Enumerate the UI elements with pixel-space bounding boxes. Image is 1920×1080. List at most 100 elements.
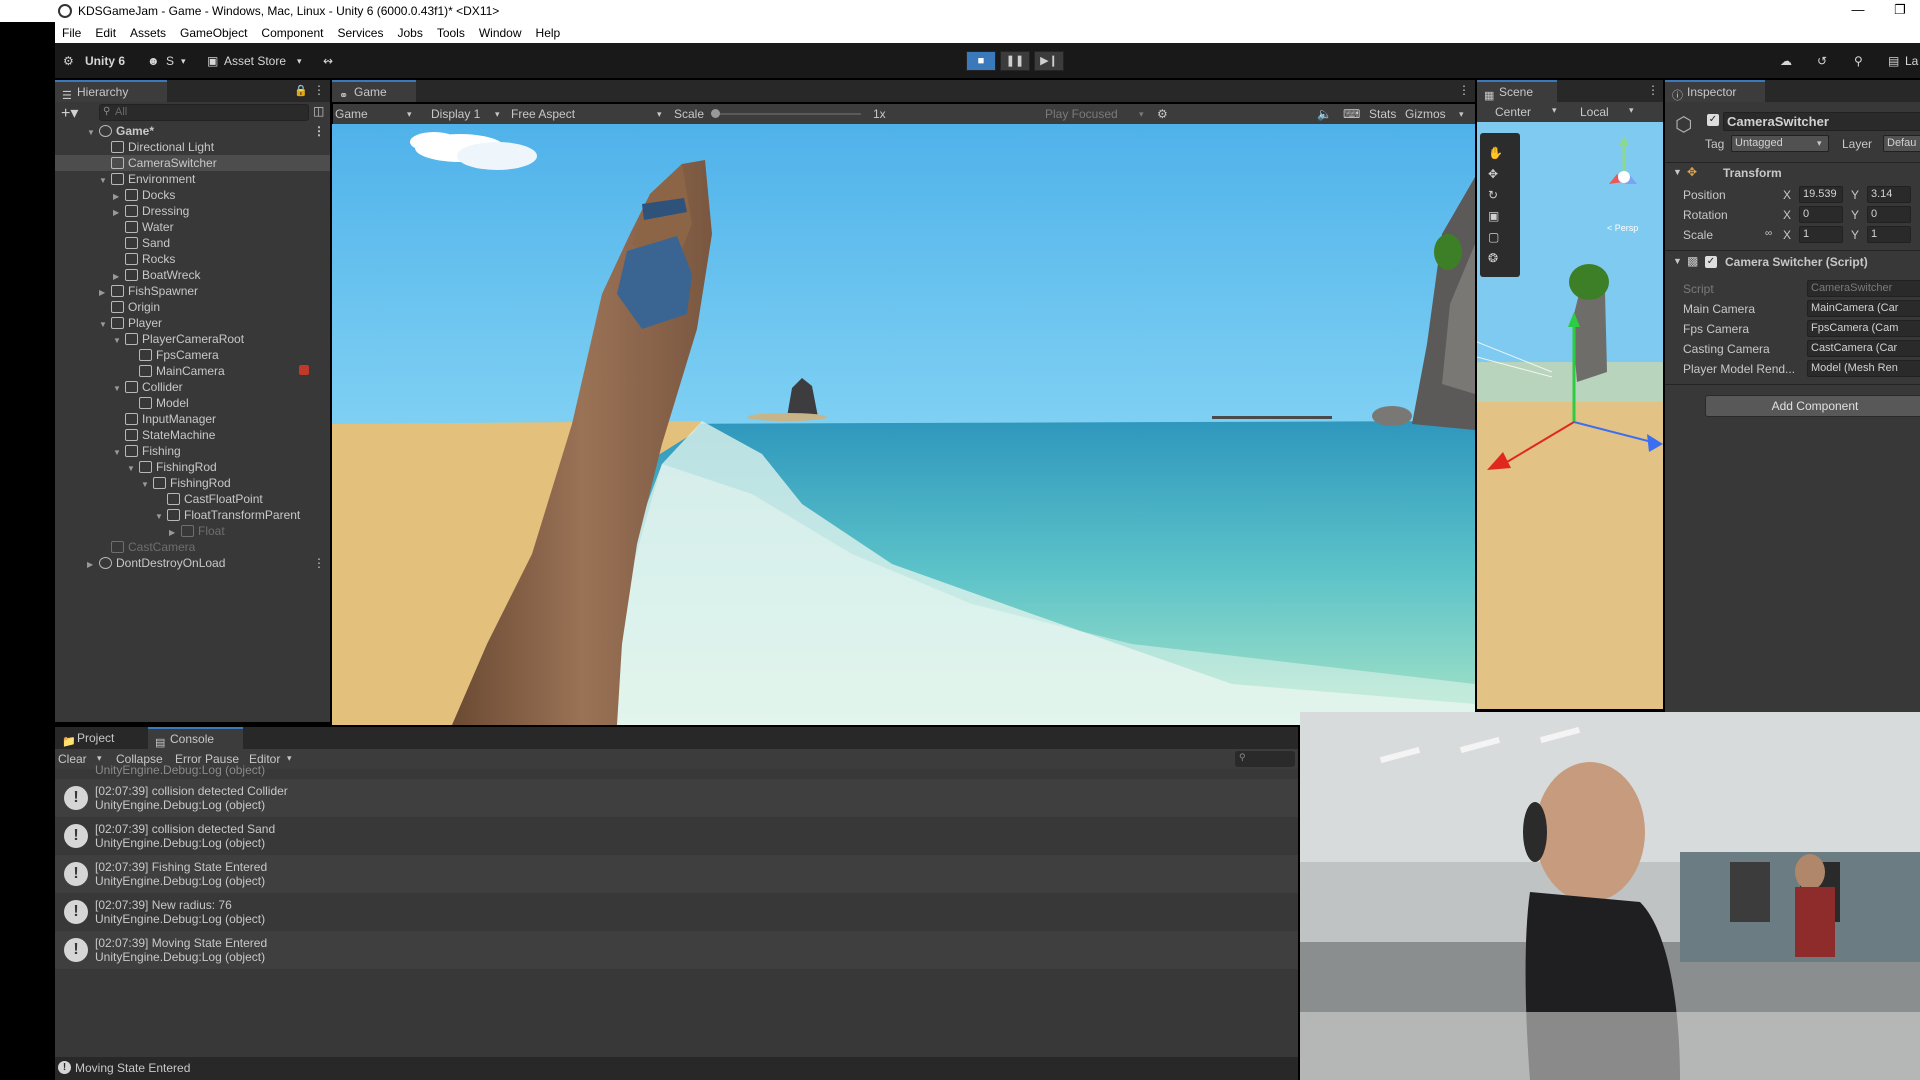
rotate-tool-icon[interactable]: ↻ — [1488, 188, 1498, 202]
hierarchy-item[interactable]: ▼ FloatTransformParent — [55, 507, 330, 523]
asset-store-button[interactable]: Asset Store — [224, 51, 286, 71]
hierarchy-item[interactable]: ▼ PlayerCameraRoot — [55, 331, 330, 347]
hierarchy-item[interactable]: ▼ Environment — [55, 171, 330, 187]
menu-file[interactable]: File — [55, 26, 88, 40]
layout-dropdown[interactable]: La — [1905, 51, 1918, 71]
mute-audio-icon[interactable]: 🔈 — [1317, 104, 1332, 124]
hierarchy-item[interactable]: Sand — [55, 235, 330, 251]
move-tool-icon[interactable]: ✥ — [1488, 167, 1498, 181]
log-row[interactable]: ! [02:07:39] New radius: 76 UnityEngine.… — [55, 893, 1298, 931]
hierarchy-item[interactable]: ▼ FishingRod — [55, 459, 330, 475]
keyboard-icon[interactable]: ⌨ — [1343, 104, 1360, 124]
hierarchy-item[interactable]: StateMachine — [55, 427, 330, 443]
play-focused-dropdown[interactable]: Play Focused — [1045, 104, 1118, 124]
aspect-dropdown[interactable]: Free Aspect — [511, 104, 575, 124]
hand-tool-icon[interactable]: ✋ — [1488, 146, 1503, 160]
tab-game[interactable]: ⚭ Game — [332, 80, 416, 102]
scale-tool-icon[interactable]: ▣ — [1488, 209, 1499, 223]
active-checkbox[interactable]: ✓ — [1707, 114, 1719, 126]
expand-arrow-icon[interactable]: ▼ — [1673, 167, 1682, 177]
log-row[interactable]: ! [02:07:39] collision detected Sand Uni… — [55, 817, 1298, 855]
hierarchy-item-selected[interactable]: CameraSwitcher — [55, 155, 330, 171]
scale-slider-track[interactable] — [711, 113, 861, 115]
menu-help[interactable]: Help — [529, 26, 568, 40]
hierarchy-item[interactable]: ▼ Player — [55, 315, 330, 331]
display-dropdown[interactable]: Display 1 — [431, 104, 480, 124]
field-value-main-camera[interactable]: MainCamera (Car — [1807, 300, 1920, 317]
hierarchy-item[interactable]: Model — [55, 395, 330, 411]
menu-gameobject[interactable]: GameObject — [173, 26, 254, 40]
game-mode-dropdown[interactable]: Game — [335, 104, 368, 124]
bug-icon[interactable]: ⚙ — [1157, 104, 1168, 124]
hierarchy-item-inactive[interactable]: CastCamera — [55, 539, 330, 555]
transform-tool-icon[interactable]: ❂ — [1488, 251, 1498, 265]
stats-button[interactable]: Stats — [1369, 104, 1396, 124]
tab-project[interactable]: 📁 Project — [55, 727, 145, 749]
more-options-icon[interactable]: ⋮ — [1458, 83, 1470, 97]
tag-dropdown[interactable]: Untagged — [1731, 135, 1829, 152]
persp-label[interactable]: < Persp — [1607, 223, 1638, 233]
menu-assets[interactable]: Assets — [123, 26, 173, 40]
console-search-input[interactable]: ⚲ — [1235, 751, 1295, 767]
account-icon[interactable]: ☻ — [147, 51, 160, 71]
hierarchy-item[interactable]: MainCamera — [55, 363, 330, 379]
game-view-render[interactable] — [332, 124, 1475, 725]
hierarchy-item[interactable]: Rocks — [55, 251, 330, 267]
gizmos-button[interactable]: Gizmos — [1405, 104, 1446, 124]
menu-component[interactable]: Component — [254, 26, 330, 40]
rect-tool-icon[interactable]: ▢ — [1488, 230, 1499, 244]
hierarchy-item[interactable]: ▶ Dressing — [55, 203, 330, 219]
hierarchy-item[interactable]: FpsCamera — [55, 347, 330, 363]
tab-scene[interactable]: ▦ Scene — [1477, 80, 1557, 102]
collapsed-arrow-icon[interactable]: ▶ — [87, 557, 99, 573]
hierarchy-item[interactable]: ▼ FishingRod — [55, 475, 330, 491]
clear-button[interactable]: Clear — [58, 752, 87, 766]
add-object-button[interactable]: +▾ — [61, 103, 78, 123]
account-dropdown[interactable]: S — [166, 51, 174, 71]
more-options-icon[interactable]: ⋮ — [313, 123, 325, 139]
object-name-input[interactable]: CameraSwitcher — [1723, 112, 1920, 131]
hierarchy-scene-dontdestroy[interactable]: ▶ DontDestroyOnLoad ⋮ — [55, 555, 330, 571]
minimize-button[interactable]: — — [1838, 0, 1878, 22]
play-button[interactable]: ■ — [966, 51, 996, 71]
field-value-fps-camera[interactable]: FpsCamera (Cam — [1807, 320, 1920, 337]
hierarchy-item[interactable]: Water — [55, 219, 330, 235]
search-scope-icon[interactable]: ◫ — [313, 104, 324, 118]
expand-arrow-icon[interactable]: ▼ — [1673, 256, 1682, 266]
version-control-icon[interactable]: ↭ — [323, 51, 333, 71]
hierarchy-item[interactable]: Origin — [55, 299, 330, 315]
position-y-input[interactable]: 3.14 — [1867, 186, 1911, 203]
search-icon[interactable]: ⚲ — [1854, 51, 1863, 71]
field-value-player-model[interactable]: Model (Mesh Ren — [1807, 360, 1920, 377]
field-value-casting-camera[interactable]: CastCamera (Car — [1807, 340, 1920, 357]
layers-icon[interactable]: ▤ — [1888, 51, 1899, 71]
step-button[interactable]: ▶❙ — [1034, 51, 1064, 71]
log-row[interactable]: ! [02:07:39] collision detected Collider… — [55, 779, 1298, 817]
scale-y-input[interactable]: 1 — [1867, 226, 1911, 243]
hierarchy-item[interactable]: ▶ BoatWreck — [55, 267, 330, 283]
position-x-input[interactable]: 19.539 — [1799, 186, 1843, 203]
hierarchy-item[interactable]: ▶ Docks — [55, 187, 330, 203]
cloud-icon[interactable]: ☁ — [1780, 51, 1792, 71]
pivot-space-dropdown[interactable]: Local — [1580, 105, 1609, 119]
status-message[interactable]: Moving State Entered — [75, 1061, 190, 1075]
lock-icon[interactable]: 🔒 — [294, 84, 308, 97]
menu-window[interactable]: Window — [472, 26, 529, 40]
hierarchy-item[interactable]: ▶ FishSpawner — [55, 283, 330, 299]
tab-hierarchy[interactable]: ☰ Hierarchy — [55, 80, 167, 102]
unity-version-button[interactable]: Unity 6 — [85, 51, 125, 71]
more-options-icon[interactable]: ⋮ — [313, 83, 325, 97]
pivot-mode-dropdown[interactable]: Center — [1495, 105, 1531, 119]
rotation-y-input[interactable]: 0 — [1867, 206, 1911, 223]
pause-button[interactable]: ❚❚ — [1000, 51, 1030, 71]
more-options-icon[interactable]: ⋮ — [1647, 83, 1659, 97]
component-enabled-checkbox[interactable]: ✓ — [1705, 256, 1717, 268]
log-row[interactable]: ! [02:07:39] Fishing State Entered Unity… — [55, 855, 1298, 893]
hierarchy-item[interactable]: ▼ Fishing — [55, 443, 330, 459]
add-component-button[interactable]: Add Component — [1705, 395, 1920, 417]
hierarchy-item-inactive[interactable]: ▶ Float — [55, 523, 330, 539]
menu-services[interactable]: Services — [330, 26, 390, 40]
tab-console[interactable]: ▤ Console — [148, 727, 243, 749]
menu-tools[interactable]: Tools — [430, 26, 472, 40]
hierarchy-item[interactable]: InputManager — [55, 411, 330, 427]
